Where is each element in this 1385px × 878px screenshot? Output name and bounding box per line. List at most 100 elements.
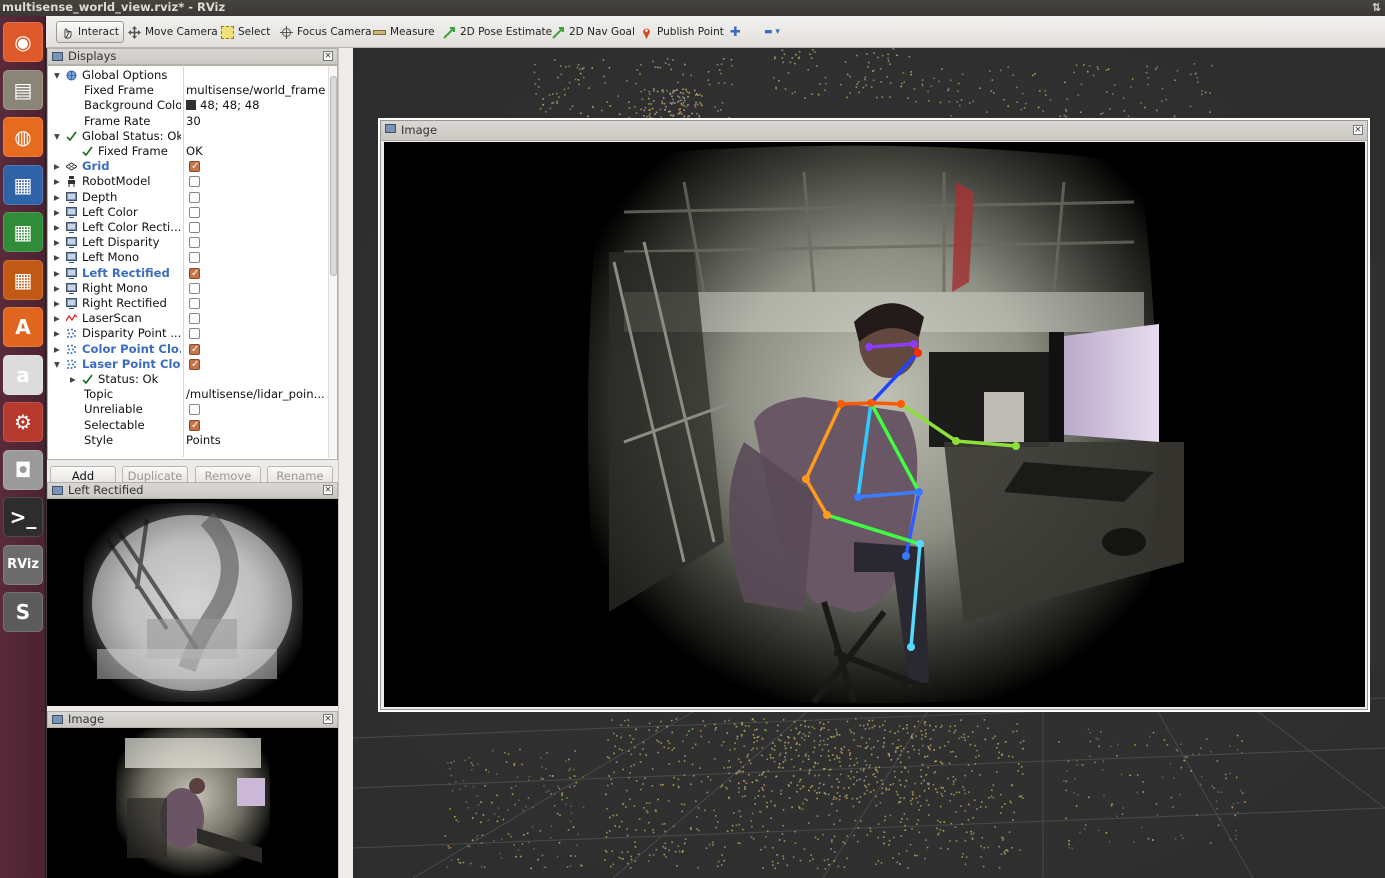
- amazon-icon[interactable]: a: [3, 354, 43, 395]
- display-tree-row[interactable]: Topic/multisense/lidar_poin...: [48, 387, 326, 402]
- sublime-icon[interactable]: S: [3, 592, 43, 632]
- display-tree-row[interactable]: Fixed Frame OK: [48, 144, 326, 159]
- close-icon[interactable]: ×: [323, 485, 333, 495]
- display-enabled-checkbox[interactable]: [189, 298, 200, 309]
- publish-point-tool-button[interactable]: Publish Point: [636, 21, 728, 43]
- impress-icon[interactable]: ▦: [3, 259, 43, 300]
- dock-splitter[interactable]: [338, 48, 353, 878]
- display-enabled-checkbox[interactable]: [189, 191, 200, 203]
- writer-icon[interactable]: ▦: [3, 164, 43, 205]
- system-settings-icon[interactable]: ⚙: [3, 402, 43, 442]
- files-icon[interactable]: ▤: [3, 69, 43, 110]
- collapsed-arrow-icon[interactable]: ▶: [54, 159, 62, 174]
- collapsed-arrow-icon[interactable]: ▶: [54, 311, 62, 326]
- camera-icon[interactable]: ◘: [3, 449, 43, 490]
- display-enabled-checkbox[interactable]: [189, 342, 200, 357]
- display-tree-row[interactable]: ▶ Left Rectified: [48, 266, 326, 281]
- display-tree-row[interactable]: ▶ Left Color: [48, 205, 326, 220]
- terminal-icon[interactable]: >_: [3, 497, 43, 537]
- display-tree-row[interactable]: ▶ Left Color Recti...: [48, 220, 326, 235]
- collapsed-arrow-icon[interactable]: ▶: [54, 190, 62, 205]
- display-tree-row[interactable]: ▶ Right Mono: [48, 281, 326, 296]
- collapsed-arrow-icon[interactable]: ▶: [54, 220, 62, 235]
- point-cloud-point: [873, 772, 876, 775]
- pose-estimate-tool-button[interactable]: 2D Pose Estimate: [439, 21, 556, 43]
- close-icon[interactable]: ×: [1353, 125, 1363, 135]
- expanded-arrow-icon[interactable]: ▼: [54, 357, 62, 372]
- rviz-icon[interactable]: RViz: [3, 544, 43, 585]
- display-tree-row[interactable]: Fixed Frame multisense/world_frame: [48, 83, 326, 98]
- collapsed-arrow-icon[interactable]: ▶: [54, 281, 62, 296]
- display-tree-row[interactable]: Frame Rate 30: [48, 114, 326, 129]
- display-enabled-checkbox[interactable]: [189, 237, 200, 249]
- collapsed-arrow-icon[interactable]: ▶: [54, 235, 62, 250]
- display-enabled-checkbox[interactable]: [189, 418, 200, 433]
- display-property-value[interactable]: 48; 48; 48: [186, 98, 326, 113]
- display-tree-row[interactable]: ▶ Left Disparity: [48, 235, 326, 250]
- calc-icon[interactable]: ▦: [3, 212, 43, 252]
- close-icon[interactable]: ×: [323, 51, 333, 61]
- display-tree-row[interactable]: ▶ Status: Ok: [48, 372, 326, 387]
- display-tree-row[interactable]: ▶ Disparity Point ...: [48, 326, 326, 341]
- collapsed-arrow-icon[interactable]: ▶: [54, 205, 62, 220]
- display-tree-row[interactable]: Selectable: [48, 418, 326, 433]
- display-tree-row[interactable]: ▼ Global Options: [48, 68, 326, 83]
- collapsed-arrow-icon[interactable]: ▶: [54, 296, 62, 311]
- expanded-arrow-icon[interactable]: ▼: [54, 68, 62, 83]
- display-tree-row[interactable]: ▶ Depth: [48, 190, 326, 205]
- display-tree-row[interactable]: ▶Color Point Clo...: [48, 342, 326, 357]
- display-property-value[interactable]: Points: [186, 433, 326, 448]
- floating-image-title-bar[interactable]: Image ×: [381, 121, 1367, 141]
- display-enabled-checkbox[interactable]: [189, 282, 200, 294]
- display-property-value[interactable]: OK: [186, 144, 326, 159]
- add-tool-button[interactable]: ✚: [726, 21, 745, 43]
- collapsed-arrow-icon[interactable]: ▶: [70, 372, 78, 387]
- display-property-value[interactable]: 30: [186, 114, 326, 129]
- display-tree-row[interactable]: Style Points: [48, 433, 326, 448]
- nav-goal-tool-button[interactable]: 2D Nav Goal: [548, 21, 639, 43]
- ubuntu-dash-icon[interactable]: ◉: [3, 22, 43, 62]
- remove-tool-dropdown[interactable]: ▬ ▾: [760, 21, 784, 43]
- display-enabled-checkbox[interactable]: [189, 252, 200, 264]
- displays-scrollbar[interactable]: [328, 66, 337, 458]
- display-enabled-checkbox[interactable]: [189, 159, 200, 174]
- focus-camera-tool-button[interactable]: Focus Camera: [276, 21, 376, 43]
- display-enabled-checkbox[interactable]: [189, 328, 200, 340]
- collapsed-arrow-icon[interactable]: ▶: [54, 266, 62, 281]
- display-tree-row[interactable]: ▶ Grid: [48, 159, 326, 174]
- collapsed-arrow-icon[interactable]: ▶: [54, 342, 62, 357]
- display-tree-row[interactable]: ▼ Global Status: Ok: [48, 129, 326, 144]
- collapsed-arrow-icon[interactable]: ▶: [54, 250, 62, 265]
- close-icon[interactable]: ×: [323, 714, 333, 724]
- display-tree-row[interactable]: ▶ Left Mono: [48, 250, 326, 265]
- measure-tool-button[interactable]: Measure: [369, 21, 439, 43]
- display-enabled-checkbox[interactable]: [189, 404, 200, 416]
- collapsed-arrow-icon[interactable]: ▶: [54, 326, 62, 341]
- floating-image-window[interactable]: Image ×: [380, 120, 1368, 710]
- display-tree-row[interactable]: Unreliable: [48, 402, 326, 417]
- software-center-icon[interactable]: A: [3, 307, 43, 347]
- tray-network-icon[interactable]: ⇅: [1372, 0, 1381, 15]
- display-enabled-checkbox[interactable]: [189, 176, 200, 188]
- color-swatch[interactable]: [186, 100, 196, 111]
- display-enabled-checkbox[interactable]: [189, 266, 200, 281]
- display-tree-row[interactable]: ▶ RobotModel: [48, 174, 326, 189]
- display-enabled-checkbox[interactable]: [189, 357, 200, 372]
- display-tree-row[interactable]: ▼Laser Point Clo...: [48, 357, 326, 372]
- collapsed-arrow-icon[interactable]: ▶: [54, 174, 62, 189]
- interact-tool-button[interactable]: Interact: [56, 21, 124, 43]
- display-tree-row[interactable]: ▶ LaserScan: [48, 311, 326, 326]
- display-tree-row[interactable]: ▶ Right Rectified: [48, 296, 326, 311]
- scrollbar-thumb[interactable]: [330, 76, 337, 276]
- display-enabled-checkbox[interactable]: [189, 313, 200, 325]
- display-tree-row[interactable]: Background Color 48; 48; 48: [48, 98, 326, 113]
- firefox-icon[interactable]: ◍: [3, 117, 43, 157]
- select-tool-button[interactable]: Select: [217, 21, 274, 43]
- display-property-value[interactable]: multisense/world_frame: [186, 83, 326, 98]
- display-enabled-checkbox[interactable]: [189, 206, 200, 218]
- move-camera-tool-button[interactable]: Move Camera: [124, 21, 222, 43]
- expanded-arrow-icon[interactable]: ▼: [54, 129, 62, 144]
- display-property-value[interactable]: /multisense/lidar_poin...: [186, 387, 326, 402]
- tree-column-divider[interactable]: [183, 65, 184, 457]
- display-enabled-checkbox[interactable]: [189, 222, 200, 233]
